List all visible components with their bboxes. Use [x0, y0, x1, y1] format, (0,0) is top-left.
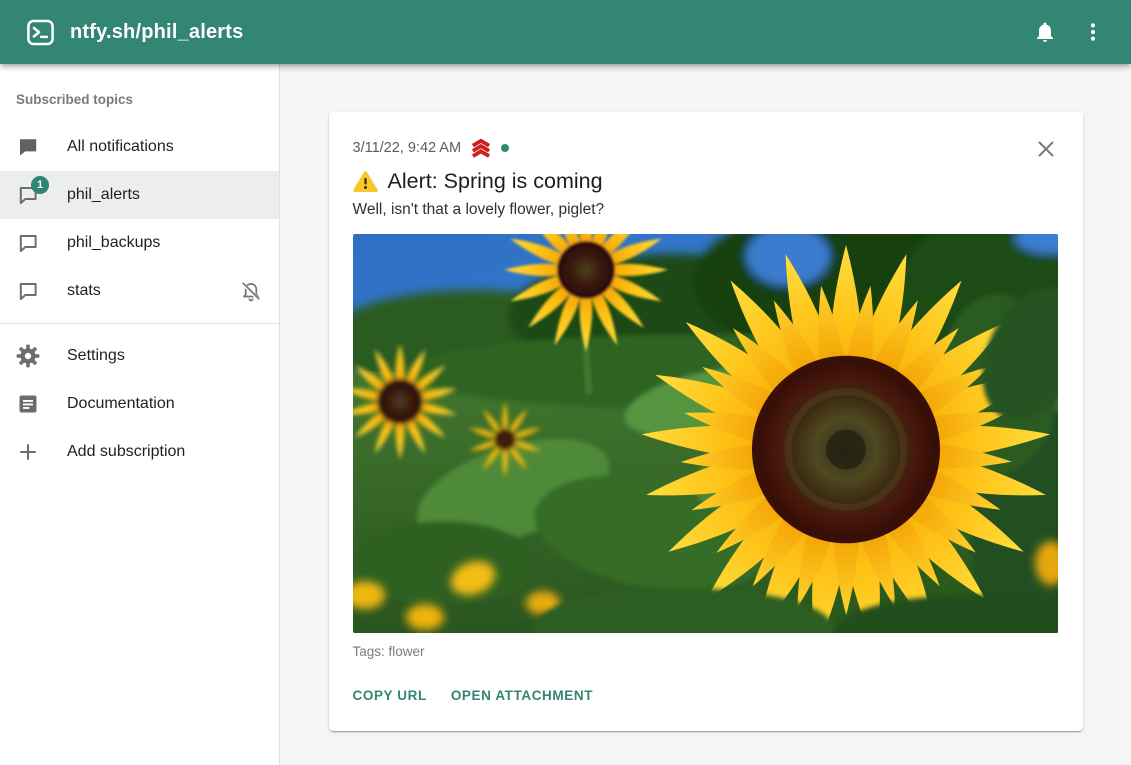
app-bar: ntfy.sh/phil_alerts: [0, 0, 1131, 64]
notification-card: 3/11/22, 9:42 AM: [329, 112, 1083, 731]
sidebar-item-label: phil_alerts: [67, 186, 140, 204]
chat-bubble-outline-icon: [16, 231, 40, 255]
sidebar-item-label: All notifications: [67, 138, 174, 156]
notification-title: Alert: Spring is coming: [388, 169, 603, 194]
notification-body: Well, isn't that a lovely flower, piglet…: [353, 201, 1059, 219]
copy-url-button[interactable]: COPY URL: [353, 682, 427, 709]
page-title: ntfy.sh/phil_alerts: [70, 21, 243, 44]
notifications-bell-button[interactable]: [1025, 12, 1065, 52]
chat-bubble-filled-icon: [16, 135, 40, 159]
main-content: 3/11/22, 9:42 AM: [280, 64, 1131, 765]
terminal-prompt-icon: [26, 18, 55, 47]
overflow-menu-button[interactable]: [1073, 12, 1113, 52]
card-actions: COPY URL OPEN ATTACHMENT: [353, 682, 1059, 717]
notification-tags: Tags: flower: [353, 644, 1059, 659]
chat-bubble-outline-icon: 1: [16, 183, 40, 207]
sidebar-divider: [0, 323, 279, 324]
plus-icon: [16, 440, 40, 464]
warning-triangle-icon: [353, 170, 378, 193]
bell-off-icon: [239, 279, 263, 303]
sidebar-item-label: Settings: [67, 347, 125, 365]
sidebar: Subscribed topics All notifications 1 ph…: [0, 64, 280, 765]
notification-title-row: Alert: Spring is coming: [353, 169, 1059, 194]
subscribed-topics-subheader: Subscribed topics: [0, 70, 279, 123]
open-attachment-button[interactable]: OPEN ATTACHMENT: [451, 682, 593, 709]
sidebar-item-label: Documentation: [67, 395, 175, 413]
sidebar-item-phil-backups[interactable]: phil_backups: [0, 219, 279, 267]
sidebar-item-settings[interactable]: Settings: [0, 332, 279, 380]
priority-high-icon: [470, 138, 492, 158]
close-notification-button[interactable]: [1033, 136, 1059, 162]
sidebar-item-label: Add subscription: [67, 443, 185, 461]
sidebar-item-label: phil_backups: [67, 234, 160, 252]
notification-timestamp: 3/11/22, 9:42 AM: [353, 140, 462, 156]
bell-icon: [1033, 20, 1057, 44]
chat-bubble-outline-icon: [16, 279, 40, 303]
sidebar-item-stats[interactable]: stats: [0, 267, 279, 315]
notification-meta-row: 3/11/22, 9:42 AM: [353, 138, 1059, 158]
sidebar-item-documentation[interactable]: Documentation: [0, 380, 279, 428]
unread-count-badge: 1: [31, 176, 49, 194]
attachment-image-sunflowers[interactable]: [353, 234, 1058, 633]
sidebar-item-phil-alerts[interactable]: 1 phil_alerts: [0, 171, 279, 219]
kebab-menu-icon: [1081, 20, 1105, 44]
unread-dot-icon: [501, 144, 509, 152]
sidebar-item-add-subscription[interactable]: Add subscription: [0, 428, 279, 476]
sidebar-item-all-notifications[interactable]: All notifications: [0, 123, 279, 171]
close-x-icon: [1033, 136, 1059, 162]
article-icon: [16, 392, 40, 416]
sidebar-item-label: stats: [67, 282, 101, 300]
gear-icon: [16, 344, 40, 368]
